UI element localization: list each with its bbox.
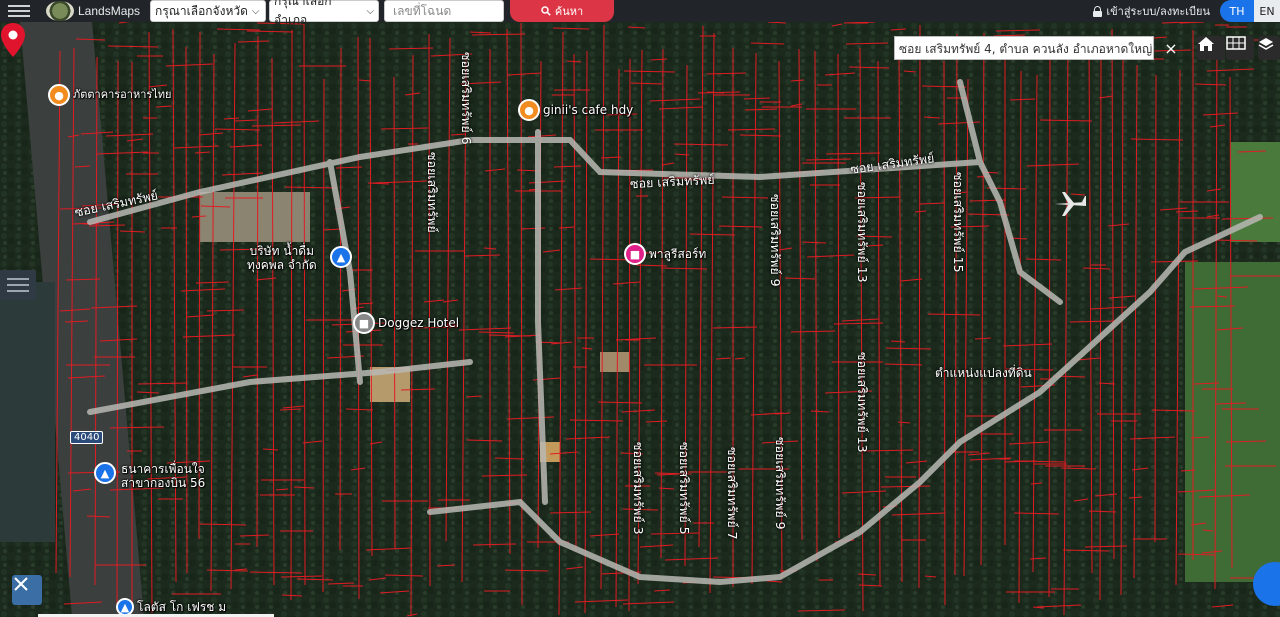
highway-shield: 4040 bbox=[70, 431, 104, 444]
resort-icon: ■ bbox=[624, 243, 646, 265]
province-select[interactable]: กรุณาเลือกจังหวัด ⌵ bbox=[150, 0, 267, 22]
home-button[interactable] bbox=[1197, 36, 1225, 60]
deed-number-input[interactable] bbox=[384, 0, 505, 22]
airplane-icon bbox=[1054, 192, 1086, 216]
draw-tool-button[interactable] bbox=[12, 575, 42, 605]
lang-en-button[interactable]: EN bbox=[1254, 0, 1280, 22]
login-link[interactable]: เข้าสู่ระบบ/ลงทะเบียน bbox=[1093, 2, 1210, 20]
province-select-value: กรุณาเลือกจังหวัด bbox=[155, 3, 248, 18]
chevron-down-icon: ⌵ bbox=[366, 5, 375, 17]
search-button[interactable]: ค้นหา bbox=[510, 0, 615, 22]
map-canvas[interactable]: ซอย เสริมทรัพย์ 4, ตำบล ควนลัง อำเภอหาดใ… bbox=[0, 22, 1280, 617]
poi-hotel[interactable]: ■ Doggez Hotel bbox=[353, 312, 459, 334]
poi-shop-label: โลตัส โก เฟรช ม bbox=[137, 600, 227, 614]
poi-hotel-label: Doggez Hotel bbox=[378, 316, 460, 330]
poi-bank-line2: สาขากองบิน 56 bbox=[121, 476, 206, 490]
poi-water-company-label: บริษัท น้ำดื่ม ทุงคพล จำกัด bbox=[247, 244, 317, 272]
parcel-location-label: ตำแหน่งแปลงที่ดิน bbox=[935, 366, 1032, 380]
store-icon: ▲ bbox=[330, 246, 352, 268]
brand-name[interactable]: LandsMaps bbox=[78, 4, 140, 18]
restaurant-icon: ● bbox=[48, 84, 70, 106]
poi-cafe-label: ginii's cafe hdy bbox=[543, 103, 634, 117]
ruler-pencil-icon bbox=[14, 577, 28, 591]
top-navbar: LandsMaps กรุณาเลือกจังหวัด ⌵ กรุณาเลือก… bbox=[0, 0, 1280, 27]
poi-restaurant-label: ภัตตาคารอาหารไทย bbox=[73, 88, 172, 101]
brand-logo[interactable] bbox=[46, 1, 74, 21]
poi-water-company[interactable]: ▲ bbox=[330, 246, 352, 268]
topbar-right: เข้าสู่ระบบ/ลงทะเบียน TH EN bbox=[1093, 0, 1280, 22]
hotel-icon: ■ bbox=[353, 312, 375, 334]
chevron-down-icon: ⌵ bbox=[251, 5, 260, 17]
menu-icon[interactable] bbox=[4, 0, 34, 22]
satellite-parcel-layer[interactable] bbox=[0, 22, 1280, 617]
search-button-label: ค้นหา bbox=[554, 5, 584, 18]
district-select-value: กรุณาเลือกอำเภอ bbox=[274, 0, 332, 27]
lock-icon bbox=[1093, 5, 1103, 17]
poi-resort-label: พาลูรีสอร์ท bbox=[649, 247, 707, 261]
home-icon bbox=[1198, 37, 1214, 51]
login-label: เข้าสู่ระบบ/ลงทะเบียน bbox=[1106, 5, 1210, 18]
poi-bank[interactable]: ▲ bbox=[94, 462, 116, 484]
grid-icon bbox=[1226, 36, 1246, 50]
poi-water-company-line2: ทุงคพล จำกัด bbox=[247, 258, 317, 272]
poi-resort[interactable]: ■ พาลูรีสอร์ท bbox=[624, 243, 706, 265]
side-panel-toggle[interactable] bbox=[0, 270, 36, 300]
layers-icon bbox=[1258, 38, 1274, 50]
bank-icon: ▲ bbox=[94, 462, 116, 484]
parcel-location-pin-icon[interactable] bbox=[0, 22, 26, 58]
poi-bank-line1: ธนาคารเพื่อนใจ bbox=[121, 462, 205, 476]
address-display[interactable]: ซอย เสริมทรัพย์ 4, ตำบล ควนลัง อำเภอหาดใ… bbox=[894, 36, 1154, 60]
close-icon[interactable]: × bbox=[1160, 36, 1182, 60]
cafe-icon: ● bbox=[518, 99, 540, 121]
poi-bank-label: ธนาคารเพื่อนใจ สาขากองบิน 56 bbox=[121, 462, 205, 490]
district-select[interactable]: กรุณาเลือกอำเภอ ⌵ bbox=[269, 0, 380, 27]
grid-button[interactable] bbox=[1226, 36, 1254, 60]
lang-th-button[interactable]: TH bbox=[1220, 0, 1254, 22]
poi-restaurant[interactable]: ● ภัตตาคารอาหารไทย bbox=[48, 84, 172, 106]
search-icon bbox=[541, 6, 551, 16]
poi-cafe[interactable]: ● ginii's cafe hdy bbox=[518, 99, 633, 121]
poi-water-company-line1: บริษัท น้ำดื่ม bbox=[249, 244, 315, 258]
layers-button[interactable] bbox=[1258, 36, 1280, 60]
